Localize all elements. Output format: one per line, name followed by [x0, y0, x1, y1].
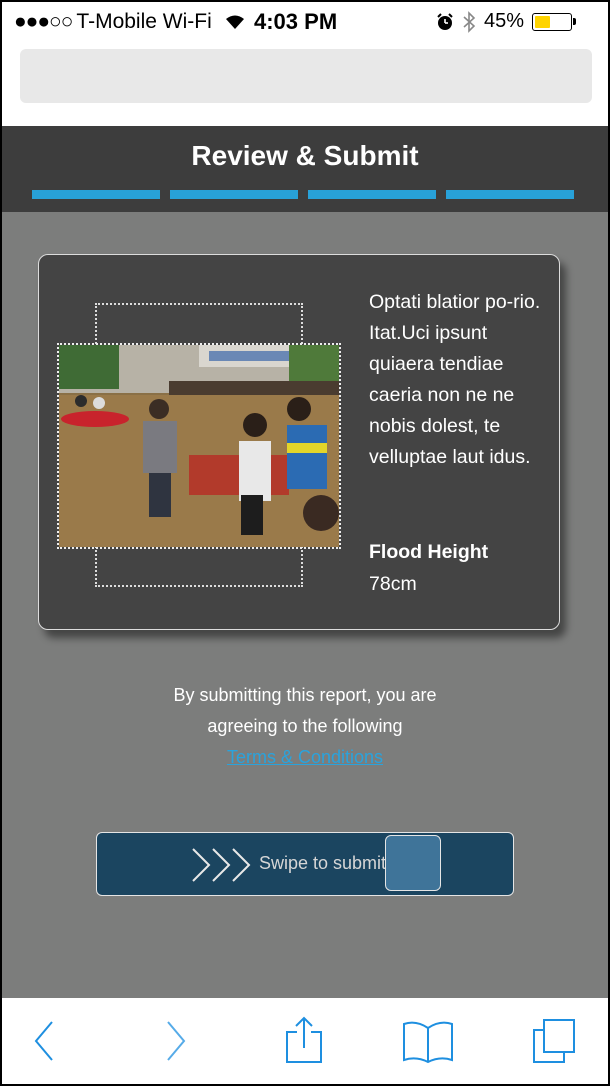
- battery-icon: [532, 12, 577, 31]
- swipe-handle[interactable]: [385, 835, 441, 891]
- carrier-info: ●●●○○ T-Mobile Wi-Fi: [14, 10, 246, 34]
- swipe-label: Swipe to submit: [259, 853, 385, 873]
- page-header: Review & Submit: [2, 126, 608, 212]
- carrier-name: T-Mobile Wi-Fi: [76, 10, 212, 33]
- main-content: Optati blatior po-rio. Itat.Uci ipsunt q…: [2, 212, 608, 998]
- report-description: Optati blatior po-rio. Itat.Uci ipsunt q…: [369, 291, 541, 468]
- terms-line-1: By submitting this report, you are: [173, 685, 437, 705]
- page-title: Review & Submit: [191, 140, 419, 171]
- forward-icon[interactable]: [164, 1020, 188, 1062]
- bluetooth-icon: [463, 10, 476, 33]
- progress-step: [446, 190, 574, 199]
- signal-strength: ●●●○○: [14, 10, 73, 33]
- flood-height-label: Flood Height: [369, 541, 489, 563]
- phone-frame: ●●●○○ T-Mobile Wi-Fi 4:03 PM 45% Review &: [0, 0, 610, 1086]
- terms-notice: By submitting this report, you are agree…: [2, 680, 608, 773]
- status-right: 45%: [436, 10, 577, 33]
- browser-toolbar: [2, 998, 608, 1084]
- battery-fill: [535, 15, 551, 28]
- battery-percent: 45%: [484, 10, 525, 32]
- tabs-icon[interactable]: [532, 1016, 578, 1064]
- progress-step: [32, 190, 160, 199]
- back-icon[interactable]: [32, 1020, 56, 1062]
- progress-bar: [32, 190, 574, 199]
- progress-step: [308, 190, 436, 199]
- report-card: Optati blatior po-rio. Itat.Uci ipsunt q…: [38, 254, 560, 630]
- bookmarks-icon[interactable]: [402, 1020, 454, 1064]
- swipe-to-submit-slider[interactable]: Swipe to submit: [96, 832, 514, 896]
- share-icon[interactable]: [284, 1016, 324, 1064]
- chevron-right-icon: [192, 848, 251, 882]
- flood-height-value: 78cm: [369, 573, 417, 595]
- alarm-icon: [437, 12, 453, 30]
- wifi-icon: [225, 15, 244, 30]
- flood-photo-illustration: [59, 345, 339, 547]
- report-photo: [57, 343, 341, 549]
- terms-link[interactable]: Terms & Conditions: [2, 742, 608, 773]
- status-bar: ●●●○○ T-Mobile Wi-Fi 4:03 PM 45%: [2, 2, 608, 44]
- address-bar[interactable]: [20, 49, 592, 103]
- terms-line-2: agreeing to the following: [207, 716, 403, 736]
- status-time: 4:03 PM: [254, 9, 338, 34]
- progress-step: [170, 190, 298, 199]
